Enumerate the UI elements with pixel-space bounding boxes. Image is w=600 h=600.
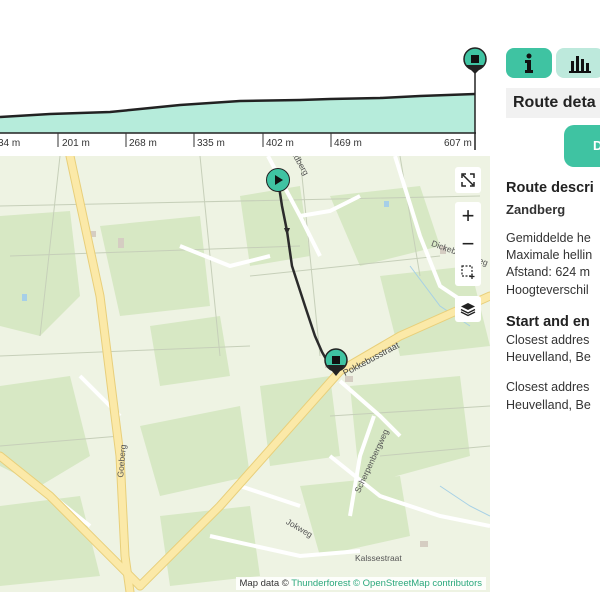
stat-distance: Afstand: 624 m <box>506 265 591 279</box>
thunderforest-link[interactable]: Thunderforest <box>291 578 350 589</box>
route-name: Zandberg <box>506 202 566 217</box>
start-address-line2: Heuvelland, Be <box>506 350 591 364</box>
stop-icon <box>324 348 348 376</box>
end-address-line1: Closest addres <box>506 380 590 394</box>
fullscreen-button[interactable] <box>455 167 481 193</box>
box-select-button[interactable] <box>455 258 481 286</box>
profile-end-marker-icon[interactable] <box>463 47 487 74</box>
elevation-profile: 34 m 201 m 268 m 335 m 402 m 469 m 607 m <box>0 0 490 152</box>
osm-link[interactable]: OpenStreetMap contributors <box>363 578 482 589</box>
map-tiles[interactable] <box>0 156 490 592</box>
tick-label-607: 607 m <box>444 138 472 149</box>
info-tab-button[interactable] <box>506 48 552 78</box>
woodland-areas <box>0 186 490 586</box>
bar-chart-icon <box>569 56 591 73</box>
expand-icon <box>461 173 475 187</box>
play-icon <box>275 175 283 185</box>
download-button[interactable]: D <box>564 125 600 167</box>
stat-max-slope: Maximale hellin <box>506 248 593 262</box>
panel-title: Route deta <box>506 88 600 118</box>
layers-button[interactable] <box>455 296 481 322</box>
tick-label-201: 201 m <box>62 138 90 149</box>
tick-label-first: 34 m <box>0 138 20 149</box>
route-description-heading: Route descri <box>506 180 594 196</box>
end-address-line2: Heuvelland, Be <box>506 398 591 412</box>
chart-tab-button[interactable] <box>556 48 600 78</box>
zoom-controls: + − <box>455 202 481 286</box>
route-details-panel: Route deta D Route descri Zandberg Gemid… <box>494 0 600 600</box>
tick-label-335: 335 m <box>197 138 225 149</box>
stat-average-slope: Gemiddelde he <box>506 231 591 245</box>
end-marker-icon[interactable] <box>324 348 348 378</box>
stat-elevation-difference: Hoogteverschil <box>506 283 589 297</box>
start-marker-icon[interactable] <box>266 168 290 192</box>
box-select-icon <box>461 265 475 279</box>
attribution-separator: © <box>353 578 361 589</box>
zoom-in-button[interactable]: + <box>455 202 481 230</box>
x-ticks: 34 m 201 m 268 m 335 m 402 m 469 m 607 m <box>0 133 472 149</box>
tick-label-469: 469 m <box>334 138 362 149</box>
tick-label-402: 402 m <box>266 138 294 149</box>
road-label-kalsse: Kalssestraat <box>355 553 402 563</box>
start-address-line1: Closest addres <box>506 333 590 347</box>
elevation-chart: 34 m 201 m 268 m 335 m 402 m 469 m 607 m <box>0 47 487 150</box>
tick-label-268: 268 m <box>129 138 157 149</box>
map-attribution: Map data © Thunderforest © OpenStreetMap… <box>235 577 486 590</box>
layers-icon <box>460 303 476 317</box>
info-icon <box>525 53 533 73</box>
route-map[interactable]: ndberg Pokkebusstraat Goeberg Scherpenbe… <box>0 156 490 592</box>
attribution-prefix: Map data © <box>239 578 289 589</box>
start-end-heading: Start and en <box>506 314 590 330</box>
zoom-out-button[interactable]: − <box>455 230 481 258</box>
